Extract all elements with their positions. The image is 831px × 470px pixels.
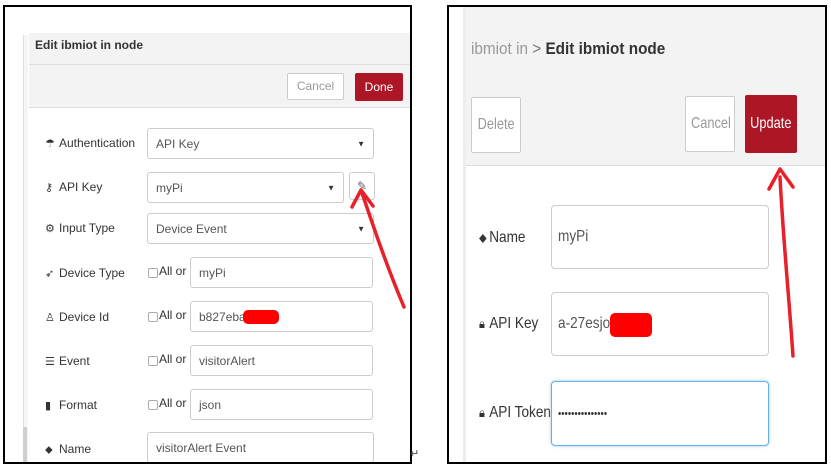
resize-grip[interactable]: [23, 427, 27, 462]
device-type-value: myPi: [199, 265, 226, 280]
name-value: visitorAlert Event: [156, 440, 247, 455]
redaction-mark: [610, 313, 652, 337]
redaction-mark: [243, 310, 279, 324]
api-key-label: 🔒︎ API Key: [479, 315, 538, 333]
lock-icon: 🔒︎: [479, 405, 485, 420]
name-label: ⬥ Name: [45, 440, 91, 458]
name-input[interactable]: visitorAlert Event: [147, 432, 374, 462]
delete-button[interactable]: Delete: [471, 97, 521, 153]
user-icon: ♙: [45, 312, 55, 324]
device-id-all-or-label: All or: [159, 308, 187, 322]
rocket-icon: ➶: [45, 268, 55, 280]
device-type-label-text: Device Type: [59, 266, 125, 280]
cancel-button-label: Cancel: [690, 115, 731, 132]
breadcrumb: ibmiot in > Edit ibmiot node: [471, 39, 665, 59]
chevron-down-icon: ▼: [357, 139, 365, 148]
breadcrumb-separator: >: [532, 39, 542, 58]
editor-sidebar-edge: [23, 35, 28, 462]
format-value: json: [199, 397, 222, 412]
file-icon: ▮: [45, 400, 52, 412]
format-label-text: Format: [59, 398, 98, 412]
authentication-value: API Key: [156, 136, 200, 151]
event-all-checkbox[interactable]: [148, 356, 158, 366]
delete-button-label: Delete: [477, 116, 515, 133]
chevron-down-icon: ▼: [327, 183, 335, 192]
api-token-input[interactable]: •••••••••••••••: [551, 381, 769, 446]
return-mark: ↵: [410, 448, 420, 460]
api-key-input[interactable]: a-27esjo-klk: [551, 292, 769, 356]
umbrella-icon: ☂: [45, 138, 55, 150]
name-value: myPi: [558, 228, 589, 245]
tag-icon: ⬥: [479, 230, 487, 245]
format-label: ▮ Format: [45, 396, 97, 414]
api-token-label-text: API Token: [489, 404, 551, 421]
device-type-all-checkbox[interactable]: [148, 268, 158, 278]
event-all-or-label: All or: [159, 352, 187, 366]
breadcrumb-current: Edit ibmiot node: [545, 39, 666, 58]
breadcrumb-parent[interactable]: ibmiot in: [471, 39, 528, 58]
lock-icon: 🔒︎: [479, 316, 485, 331]
format-all-checkbox[interactable]: [148, 400, 158, 410]
chevron-down-icon: ▼: [357, 224, 365, 233]
device-id-label: ♙ Device Id: [45, 308, 109, 326]
event-input[interactable]: visitorAlert: [190, 345, 373, 376]
event-label-text: Event: [59, 354, 90, 368]
authentication-label-text: Authentication: [59, 136, 136, 150]
api-key-label: ⚷ API Key: [45, 178, 102, 196]
input-type-value: Device Event: [156, 221, 227, 236]
device-id-value: b827eba: [199, 309, 246, 324]
device-type-input[interactable]: myPi: [190, 257, 373, 288]
name-label-text: Name: [59, 442, 92, 456]
device-type-label: ➶ Device Type: [45, 264, 125, 282]
update-button[interactable]: Update: [745, 95, 797, 153]
list-icon: ☰: [45, 356, 55, 368]
tag-icon: ⬥: [45, 444, 53, 456]
device-type-all-or-label: All or: [159, 264, 187, 278]
done-button[interactable]: Done: [355, 73, 403, 101]
api-key-label-text: API Key: [489, 315, 539, 332]
name-label-text: Name: [489, 229, 526, 246]
api-token-label: 🔒︎ API Token: [479, 404, 551, 422]
cancel-button[interactable]: Cancel: [685, 96, 735, 152]
authentication-select[interactable]: API Key ▼: [147, 128, 374, 159]
dialog-title: Edit ibmiot in node: [29, 33, 410, 65]
right-editor-screenshot: ibmiot in > Edit ibmiot node Delete Canc…: [447, 5, 827, 464]
input-type-label: ⚙ Input Type: [45, 219, 115, 237]
pencil-icon: ✎: [356, 179, 368, 193]
format-all-or-label: All or: [159, 396, 187, 410]
api-token-value: •••••••••••••••: [558, 407, 608, 420]
edit-api-key-button[interactable]: ✎: [349, 172, 375, 200]
api-key-select[interactable]: myPi ▼: [147, 172, 344, 203]
input-type-select[interactable]: Device Event ▼: [147, 213, 374, 244]
update-button-label: Update: [750, 115, 792, 132]
format-input[interactable]: json: [190, 389, 373, 420]
api-key-label-text: API Key: [59, 180, 103, 194]
input-type-label-text: Input Type: [59, 221, 115, 235]
device-id-all-checkbox[interactable]: [148, 312, 158, 322]
name-input[interactable]: myPi: [551, 205, 769, 269]
event-label: ☰ Event: [45, 352, 90, 370]
api-key-value: myPi: [156, 180, 183, 195]
left-editor-screenshot: Edit ibmiot in node Cancel Done ☂ Authent…: [3, 5, 412, 464]
device-id-label-text: Device Id: [59, 310, 110, 324]
device-id-input[interactable]: b827eba: [190, 301, 373, 332]
key-icon: ⚷: [45, 182, 54, 194]
cogs-icon: ⚙: [45, 223, 55, 235]
cancel-button[interactable]: Cancel: [287, 73, 344, 100]
event-value: visitorAlert: [199, 353, 256, 368]
authentication-label: ☂ Authentication: [45, 134, 135, 152]
name-label: ⬥ Name: [479, 229, 525, 247]
